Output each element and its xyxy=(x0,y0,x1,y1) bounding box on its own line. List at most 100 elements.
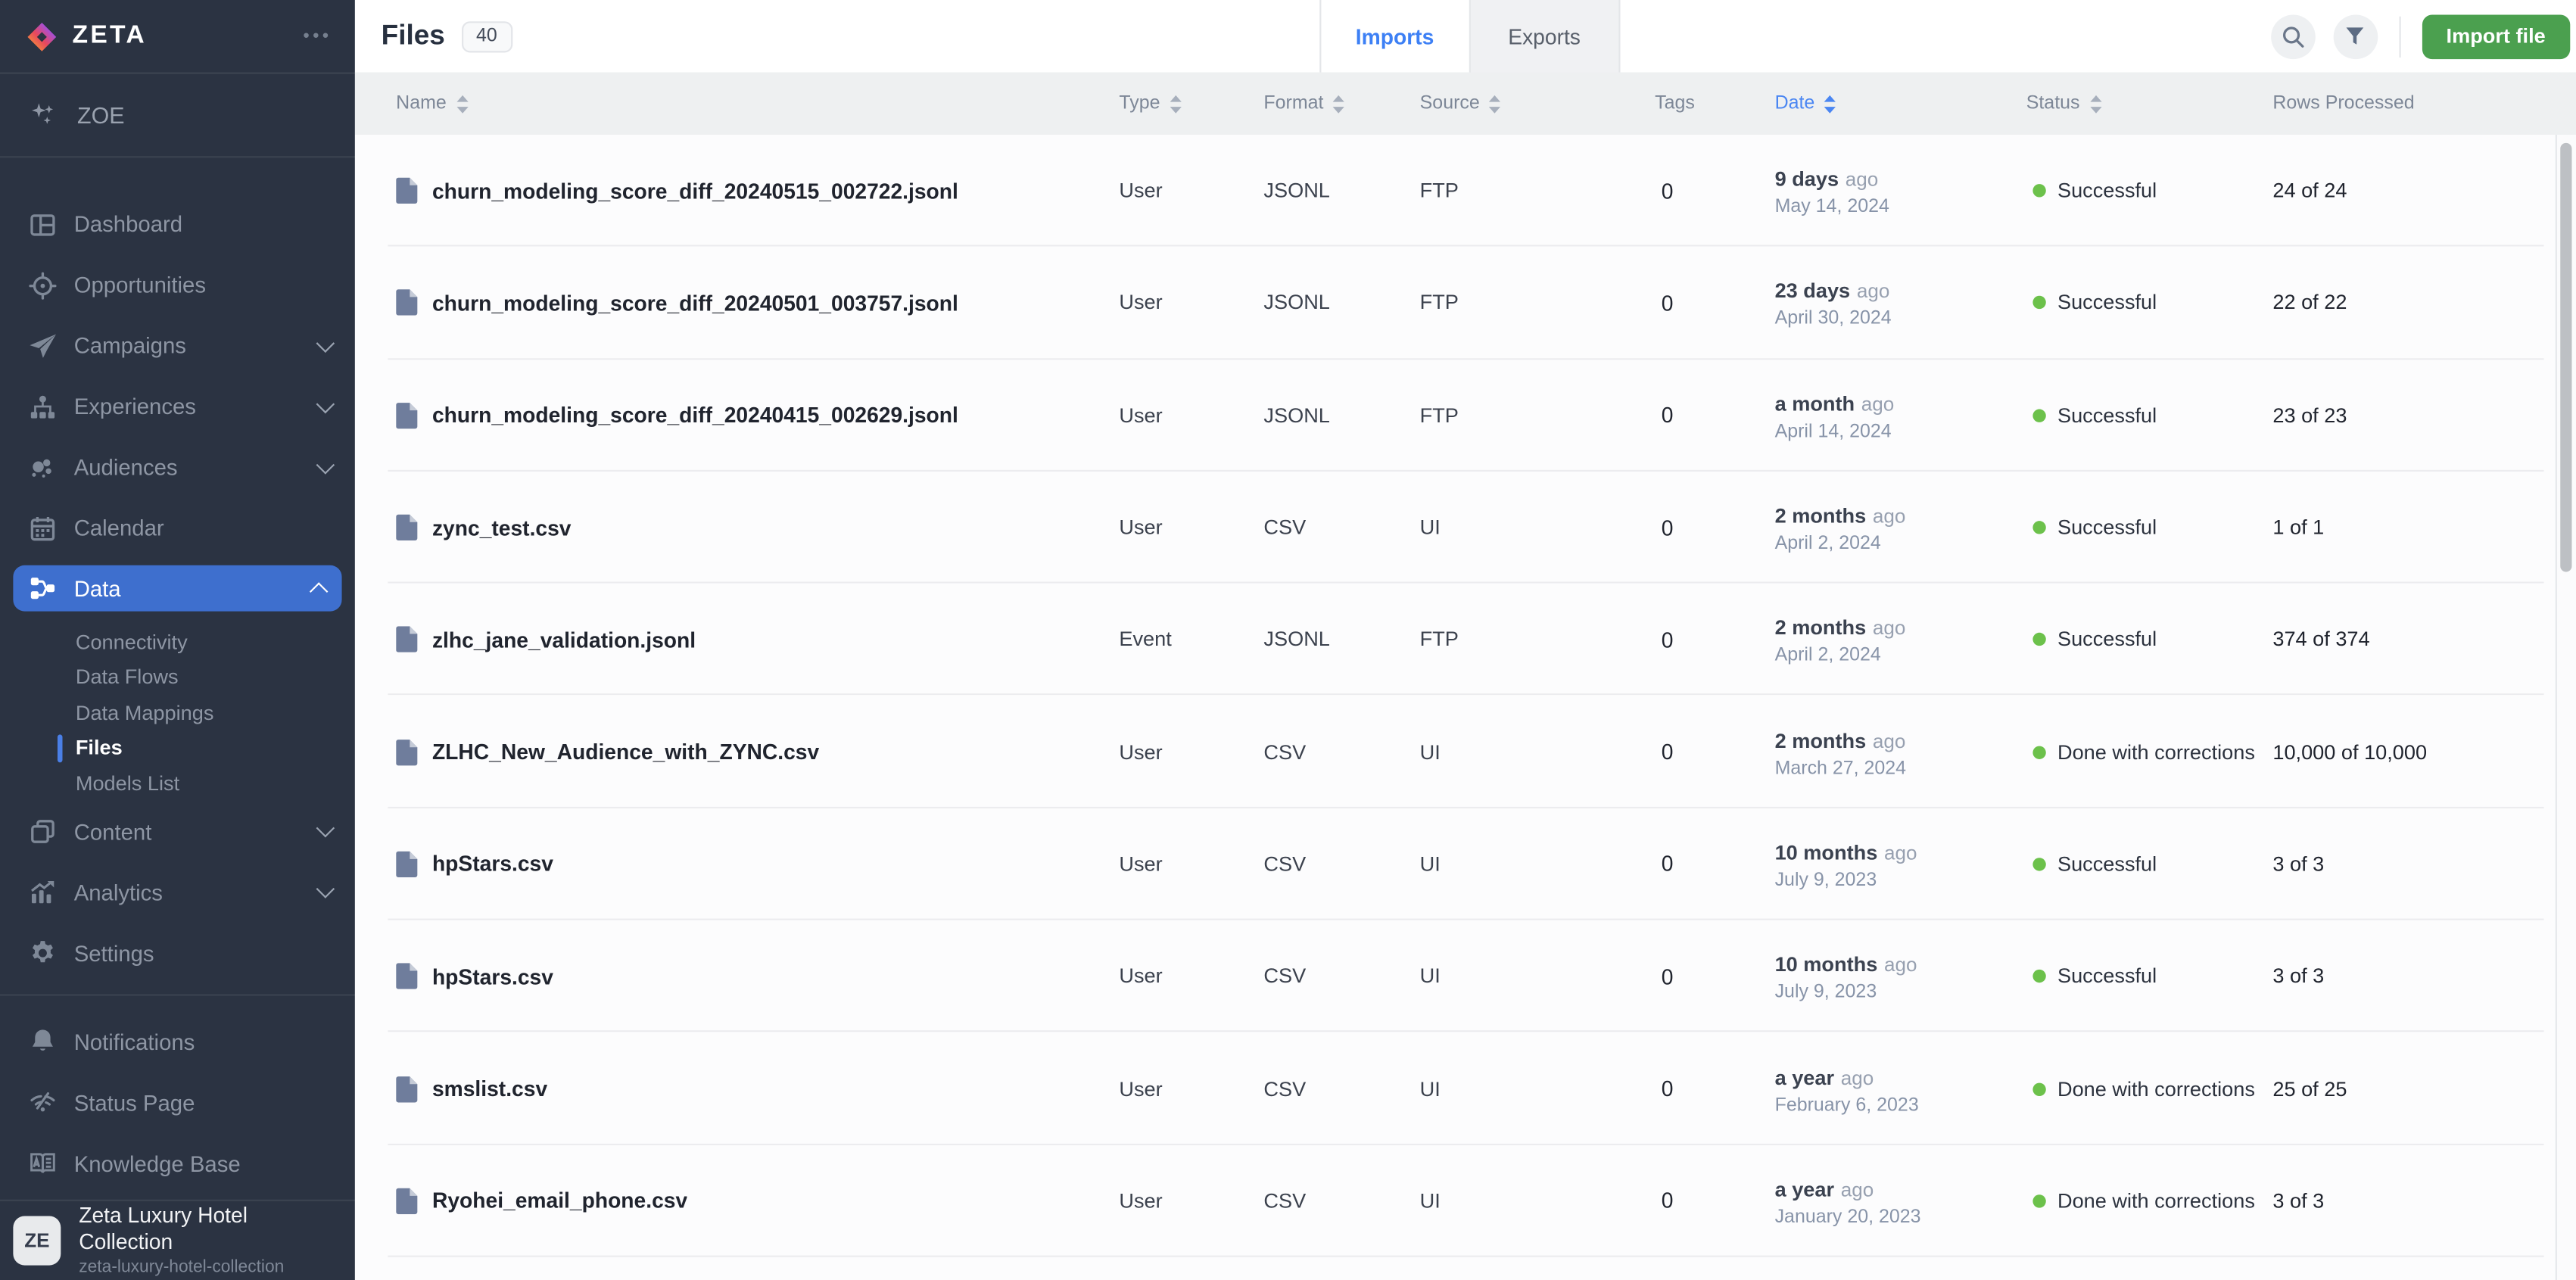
file-name: zync_test.csv xyxy=(432,515,572,540)
table-row[interactable]: ZLHC_New_Audience_with_ZYNC.csv User CSV… xyxy=(355,696,2576,808)
sort-icon xyxy=(1170,95,1182,113)
tab-exports[interactable]: Exports xyxy=(1470,0,1621,73)
column-header-source[interactable]: Source xyxy=(1420,94,1655,114)
format-cell: CSV xyxy=(1263,965,1419,988)
chevron-down-icon xyxy=(316,394,335,413)
sidebar-item-knowledge-base[interactable]: Knowledge Base xyxy=(0,1133,355,1194)
search-button[interactable] xyxy=(2270,14,2315,58)
table-row[interactable]: zlhc_jane_validation.jsonl Event JSONL F… xyxy=(355,584,2576,696)
sidebar-subitem-models-list[interactable]: Models List xyxy=(0,766,355,802)
sidebar-item-data[interactable]: Data xyxy=(13,565,341,612)
sidebar-subitem-connectivity[interactable]: Connectivity xyxy=(0,624,355,660)
format-cell: CSV xyxy=(1263,1077,1419,1100)
scrollbar-thumb[interactable] xyxy=(2560,143,2571,572)
sidebar-item-content[interactable]: Content xyxy=(0,801,355,861)
sidebar-item-opportunities[interactable]: Opportunities xyxy=(0,254,355,315)
column-header-format[interactable]: Format xyxy=(1263,94,1419,114)
sidebar-item-zoe[interactable]: ZOE xyxy=(0,74,355,158)
header-divider xyxy=(2399,16,2400,57)
sidebar-item-audiences[interactable]: Audiences xyxy=(0,437,355,497)
sidebar-item-notifications[interactable]: Notifications xyxy=(0,1011,355,1072)
import-file-button[interactable]: Import file xyxy=(2422,14,2570,58)
table-row[interactable]: smslist.csv User CSV UI 0 a yearago Febr… xyxy=(355,1032,2576,1145)
sidebar-item-calendar[interactable]: Calendar xyxy=(0,498,355,559)
table-row[interactable]: churn_modeling_score_diff_20240415_00262… xyxy=(355,360,2576,472)
sidebar-divider xyxy=(0,993,355,995)
column-header-name[interactable]: Name xyxy=(396,94,1119,114)
status-badge: Successful xyxy=(2057,628,2157,651)
file-name: ZLHC_New_Audience_with_ZYNC.csv xyxy=(432,740,819,765)
table-row[interactable]: hpStars.csv User CSV UI 0 10 monthsago J… xyxy=(355,920,2576,1032)
sidebar-subitem-data-flows[interactable]: Data Flows xyxy=(0,660,355,696)
type-cell: User xyxy=(1119,516,1263,539)
type-cell: User xyxy=(1119,291,1263,314)
account-avatar: ZE xyxy=(13,1216,61,1265)
file-name: hpStars.csv xyxy=(432,964,553,989)
file-icon xyxy=(396,739,417,765)
file-icon xyxy=(396,1076,417,1102)
sidebar-item-campaigns[interactable]: Campaigns xyxy=(0,316,355,376)
rows-processed-cell: 3 of 3 xyxy=(2272,1189,2576,1212)
file-icon xyxy=(396,851,417,877)
type-cell: Event xyxy=(1119,628,1263,651)
status-dot-icon xyxy=(2032,746,2045,758)
status-dot-icon xyxy=(2032,521,2045,534)
calendar-icon xyxy=(26,513,59,543)
sidebar-overflow-menu[interactable]: ••• xyxy=(303,26,332,46)
column-header-rows-processed: Rows Processed xyxy=(2272,94,2576,114)
status-dot-icon xyxy=(2032,1082,2045,1095)
sidebar-item-settings[interactable]: Settings xyxy=(0,923,355,983)
file-icon xyxy=(396,1188,417,1214)
table-row[interactable]: zync_test.csv User CSV UI 0 2 monthsago … xyxy=(355,472,2576,584)
date-cell: 2 monthsago March 27, 2024 xyxy=(1775,726,2026,778)
analytics-icon xyxy=(26,877,59,907)
source-cell: UI xyxy=(1420,1189,1655,1212)
table-row[interactable]: hpStars.csv User CSV UI 0 10 monthsago J… xyxy=(355,808,2576,920)
tags-cell: 0 xyxy=(1655,515,1774,540)
type-cell: User xyxy=(1119,965,1263,988)
column-header-date[interactable]: Date xyxy=(1775,94,2026,114)
chevron-down-icon xyxy=(316,333,335,352)
sidebar-subitem-data-mappings[interactable]: Data Mappings xyxy=(0,695,355,730)
sidebar-header: ZETA ••• xyxy=(0,0,355,74)
file-icon xyxy=(396,178,417,204)
sidebar-item-analytics[interactable]: Analytics xyxy=(0,862,355,923)
rows-processed-cell: 10,000 of 10,000 xyxy=(2272,740,2576,763)
file-name: churn_modeling_score_diff_20240415_00262… xyxy=(432,403,958,428)
file-icon xyxy=(396,402,417,428)
status-dot-icon xyxy=(2032,1194,2045,1207)
date-cell: a yearago February 6, 2023 xyxy=(1775,1063,2026,1115)
sidebar-item-status-page[interactable]: Status Page xyxy=(0,1073,355,1133)
format-cell: JSONL xyxy=(1263,628,1419,651)
source-cell: FTP xyxy=(1420,179,1655,202)
filter-button[interactable] xyxy=(2333,14,2378,58)
table-row[interactable]: Ryohei_email_phone.csv User CSV UI 0 a y… xyxy=(355,1145,2576,1257)
type-cell: User xyxy=(1119,853,1263,876)
type-cell: User xyxy=(1119,179,1263,202)
account-switcher[interactable]: ZE Zeta Luxury Hotel Collection zeta-lux… xyxy=(0,1200,355,1280)
tab-imports[interactable]: Imports xyxy=(1319,0,1470,73)
sidebar: ZETA ••• ZOE Dashboard Opportunities Cam… xyxy=(0,0,355,1280)
sidebar-subitem-files[interactable]: Files xyxy=(0,730,355,766)
column-header-type[interactable]: Type xyxy=(1119,94,1263,114)
sort-icon xyxy=(1334,95,1345,113)
date-cell: 23 daysago April 30, 2024 xyxy=(1775,277,2026,329)
format-cell: CSV xyxy=(1263,516,1419,539)
date-cell: 2 monthsago April 2, 2024 xyxy=(1775,613,2026,665)
column-header-status[interactable]: Status xyxy=(2026,94,2273,114)
format-cell: CSV xyxy=(1263,1189,1419,1212)
date-cell: a yearago January 20, 2023 xyxy=(1775,1175,2026,1227)
sidebar-item-experiences[interactable]: Experiences xyxy=(0,376,355,437)
format-cell: CSV xyxy=(1263,853,1419,876)
table-row[interactable]: churn_modeling_score_diff_20240515_00272… xyxy=(355,135,2576,247)
search-icon xyxy=(2280,23,2305,48)
gear-icon xyxy=(26,939,59,968)
status-badge: Successful xyxy=(2057,179,2157,202)
format-cell: JSONL xyxy=(1263,179,1419,202)
date-cell: a monthago April 14, 2024 xyxy=(1775,389,2026,441)
people-icon xyxy=(26,453,59,482)
file-name: hpStars.csv xyxy=(432,852,553,877)
org-chart-icon xyxy=(26,392,59,422)
table-row[interactable]: churn_modeling_score_diff_20240501_00375… xyxy=(355,247,2576,359)
sidebar-item-dashboard[interactable]: Dashboard xyxy=(0,194,355,254)
